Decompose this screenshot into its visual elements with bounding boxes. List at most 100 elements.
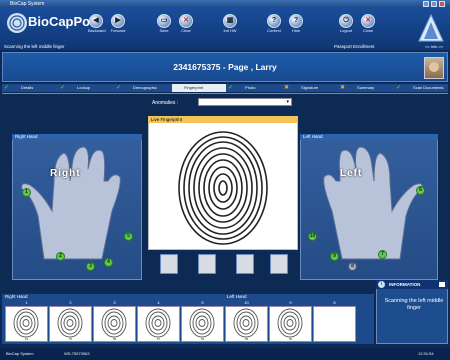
fingerprint-thumbnail [277, 308, 303, 338]
left-hand-header: Left Hand [300, 134, 438, 140]
tab-label: Lookup [77, 85, 91, 90]
fingerprint-thumbnail [145, 308, 171, 338]
maximize-button[interactable] [431, 1, 437, 7]
clear-icon: ✕ [179, 14, 193, 28]
information-message: Scanning the left middle finger [384, 298, 444, 311]
subject-photo [424, 57, 444, 79]
finger-button-10[interactable]: 10 [308, 232, 317, 241]
thumb-preview-3[interactable] [236, 254, 254, 274]
finger-button-3[interactable]: 3 [86, 262, 95, 271]
forward-icon: ▶ [111, 14, 125, 28]
init-hw-button[interactable]: ▦ Init HW [222, 14, 238, 33]
logo-text: BioCapPol [28, 14, 94, 29]
finger-button-5[interactable]: 5 [124, 232, 133, 241]
hide-button[interactable]: ? Hide [288, 14, 304, 33]
status-app: BioCap System [6, 351, 34, 356]
finger-button-6[interactable]: 6 [416, 186, 425, 195]
tab-signature[interactable]: ✕ Signature [284, 84, 338, 92]
logout-label: Logout [339, 28, 353, 33]
slot-number: 8 [333, 300, 336, 305]
slot-number: 3 [113, 300, 116, 305]
thumb-preview-1[interactable] [160, 254, 178, 274]
close-label: Close [362, 28, 374, 33]
tab-label: Signature [301, 85, 319, 90]
save-button[interactable]: ▭ Save [156, 14, 172, 33]
help-icon: ? [267, 14, 281, 28]
tab-label: Demographic [133, 85, 157, 90]
close-button[interactable]: ✕ Close [360, 14, 376, 33]
tab-label: Photo [245, 85, 256, 90]
clear-button[interactable]: ✕ Clear [178, 14, 194, 33]
info-link[interactable]: << Info >> [425, 44, 443, 49]
save-label: Save [159, 28, 169, 33]
backward-icon: ◀ [89, 14, 103, 28]
finger-button-2[interactable]: 2 [56, 252, 65, 261]
fingerprint-logo-icon [7, 13, 27, 33]
slot-score: 84 [200, 337, 205, 341]
tab-lookup[interactable]: ✓ Lookup [60, 84, 114, 92]
tab-summary[interactable]: ✕ Summary [340, 84, 394, 92]
tab-scan-documents[interactable]: ✓ Scan Documents [396, 84, 450, 92]
hide-label: Hide [291, 28, 301, 33]
slot-number: 1 [25, 300, 28, 305]
slot-number: 5 [201, 300, 204, 305]
tab-details[interactable]: ✓ Details [4, 84, 58, 92]
tab-fingerprint[interactable]: Fingerprint [172, 84, 226, 92]
fingerprint-thumbnail [101, 308, 127, 338]
forward-label: Forward [110, 28, 126, 33]
slot-number: 10 [244, 300, 249, 305]
backward-label: Backward [88, 28, 106, 33]
thumb-preview-4[interactable] [270, 254, 288, 274]
thumb-preview-2[interactable] [198, 254, 216, 274]
captured-print-slot[interactable] [313, 306, 356, 342]
right-hand-word: Right [50, 168, 81, 179]
hardware-icon: ▦ [223, 14, 237, 28]
status-bar: BioCap System WS-75573963 12:31:54 [0, 348, 450, 360]
status-line: Scanning the left middle finger [4, 44, 65, 49]
slot-number: 4 [157, 300, 160, 305]
finger-button-1[interactable]: 1 [22, 188, 31, 197]
right-hand-header: Right Hand [12, 134, 142, 140]
forward-button[interactable]: ▶ Forward [110, 14, 126, 33]
slot-number: 2 [69, 300, 72, 305]
tab-label: Summary [357, 85, 375, 90]
context-button[interactable]: ? Context [266, 14, 282, 33]
clear-label: Clear [181, 28, 191, 33]
bottom-left-hand-label: Left Hand [227, 294, 247, 299]
right-hand-icon [21, 146, 121, 260]
brand-triangle-icon [418, 13, 444, 47]
tab-label: Scan Documents [413, 85, 444, 90]
slot-number: 9 [289, 300, 292, 305]
finger-button-7[interactable]: 7 [378, 250, 387, 259]
fingerprint-thumbnail [233, 308, 259, 338]
tab-label: Fingerprint [184, 85, 204, 90]
init-hw-label: Init HW [223, 28, 237, 33]
info-icon: i [378, 281, 385, 288]
tab-photo[interactable]: ✓ Photo [228, 84, 282, 92]
chevron-down-icon: ▾ [286, 99, 289, 105]
finger-button-8[interactable]: 8 [348, 262, 357, 271]
live-fingerprint-header: Live Fingerprint [148, 116, 298, 123]
passport-mode: Passport Enrollment [334, 44, 375, 49]
status-time: 12:31:54 [418, 351, 434, 356]
minimize-button[interactable] [423, 1, 429, 7]
info-close-button[interactable] [439, 282, 445, 287]
finger-button-4[interactable]: 4 [104, 258, 113, 267]
divider [2, 93, 448, 94]
fingerprint-image [178, 131, 268, 245]
logout-button[interactable]: ⏻ Logout [338, 14, 354, 33]
close-window-button[interactable] [439, 1, 445, 7]
finger-button-9[interactable]: 9 [330, 252, 339, 261]
anomalies-select[interactable]: ▾ [198, 98, 292, 106]
anomalies-label: Anomalies : [152, 100, 179, 106]
window-title: BioCap System [10, 1, 45, 7]
tab-label: Details [21, 85, 34, 90]
bottom-right-hand-label: Right Hand [5, 294, 28, 299]
backward-button[interactable]: ◀ Backward [88, 14, 106, 33]
logout-icon: ⏻ [339, 14, 353, 28]
subject-name: 2341675375 - Page , Larry [173, 62, 277, 72]
tab-demographic[interactable]: ✓ Demographic [116, 84, 170, 92]
close-icon: ✕ [361, 14, 375, 28]
context-label: Context [267, 28, 281, 33]
hide-icon: ? [289, 14, 303, 28]
